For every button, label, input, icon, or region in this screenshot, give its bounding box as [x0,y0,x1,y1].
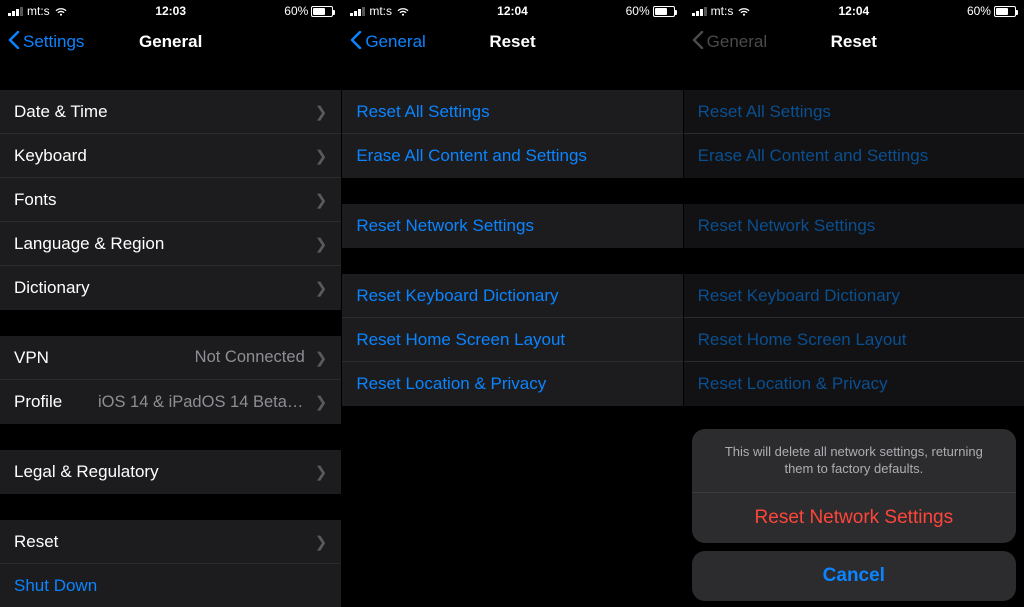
sheet-destructive-button[interactable]: Reset Network Settings [692,493,1016,543]
chevron-left-icon [692,31,704,54]
group-reset-network: Reset Network Settings [342,204,682,248]
cell-keyboard[interactable]: Keyboard ❯ [0,134,341,178]
chevron-left-icon [350,31,362,54]
signal-bars-icon [350,6,365,16]
reset-keyboard-dictionary[interactable]: Reset Keyboard Dictionary [684,274,1024,318]
nav-title: Reset [489,32,535,52]
chevron-right-icon: ❯ [315,393,328,411]
group-reset-main: Reset All Settings Erase All Content and… [342,90,682,178]
reset-home-screen-layout[interactable]: Reset Home Screen Layout [342,318,682,362]
action-sheet: This will delete all network settings, r… [684,429,1024,601]
pane-reset: mt:s 12:04 60% General Reset [341,0,682,607]
status-bar: mt:s 12:04 60% [342,0,682,20]
reset-all-settings[interactable]: Reset All Settings [684,90,1024,134]
reset-network-settings[interactable]: Reset Network Settings [342,204,682,248]
back-button[interactable]: General [692,31,767,54]
status-bar: mt:s 12:04 60% [684,0,1024,20]
chevron-right-icon: ❯ [315,103,328,121]
reset-keyboard-dictionary[interactable]: Reset Keyboard Dictionary [342,274,682,318]
signal-bars-icon [692,6,707,16]
group-network-profile: VPN Not Connected ❯ Profile iOS 14 & iPa… [0,336,341,424]
battery-icon [994,6,1016,17]
back-button[interactable]: Settings [8,31,84,54]
group-legal: Legal & Regulatory ❯ [0,450,341,494]
nav-bar: Settings General [0,20,341,64]
chevron-right-icon: ❯ [315,463,328,481]
chevron-right-icon: ❯ [315,279,328,297]
chevron-right-icon: ❯ [315,147,328,165]
nav-bar: General Reset [342,20,682,64]
reset-location-privacy[interactable]: Reset Location & Privacy [342,362,682,406]
group-system-prefs: Date & Time ❯ Keyboard ❯ Fonts ❯ Languag… [0,90,341,310]
group-reset-other: Reset Keyboard Dictionary Reset Home Scr… [342,274,682,406]
cell-vpn[interactable]: VPN Not Connected ❯ [0,336,341,380]
profile-detail: iOS 14 & iPadOS 14 Beta Softwar... [98,393,305,412]
battery-icon [311,6,333,17]
battery-pct: 60% [967,4,991,18]
sheet-cancel-button[interactable]: Cancel [692,551,1016,601]
group-reset-network: Reset Network Settings [684,204,1024,248]
cell-date-time[interactable]: Date & Time ❯ [0,90,341,134]
erase-all-content[interactable]: Erase All Content and Settings [342,134,682,178]
back-button[interactable]: General [350,31,425,54]
status-bar: mt:s 12:03 60% [0,0,341,20]
erase-all-content[interactable]: Erase All Content and Settings [684,134,1024,178]
chevron-left-icon [8,31,20,54]
carrier-label: mt:s [27,4,50,18]
chevron-right-icon: ❯ [315,533,328,551]
battery-pct: 60% [626,4,650,18]
pane-reset-confirm: mt:s 12:04 60% General Reset [683,0,1024,607]
battery-icon [653,6,675,17]
reset-all-settings[interactable]: Reset All Settings [342,90,682,134]
group-reset-shutdown: Reset ❯ Shut Down [0,520,341,607]
back-label: Settings [23,32,84,52]
cell-fonts[interactable]: Fonts ❯ [0,178,341,222]
carrier-label: mt:s [369,4,392,18]
carrier-label: mt:s [711,4,734,18]
back-label: General [365,32,425,52]
group-reset-other: Reset Keyboard Dictionary Reset Home Scr… [684,274,1024,406]
cell-reset[interactable]: Reset ❯ [0,520,341,564]
back-label: General [707,32,767,52]
wifi-icon [396,6,410,16]
sheet-message: This will delete all network settings, r… [692,429,1016,493]
nav-title: General [139,32,202,52]
reset-home-screen-layout[interactable]: Reset Home Screen Layout [684,318,1024,362]
chevron-right-icon: ❯ [315,235,328,253]
chevron-right-icon: ❯ [315,349,328,367]
cell-shut-down[interactable]: Shut Down [0,564,341,607]
vpn-status: Not Connected [195,348,305,367]
wifi-icon [54,6,68,16]
reset-location-privacy[interactable]: Reset Location & Privacy [684,362,1024,406]
group-reset-main: Reset All Settings Erase All Content and… [684,90,1024,178]
nav-title: Reset [831,32,877,52]
pane-general: mt:s 12:03 60% Settings General [0,0,341,607]
cell-legal[interactable]: Legal & Regulatory ❯ [0,450,341,494]
cell-language-region[interactable]: Language & Region ❯ [0,222,341,266]
chevron-right-icon: ❯ [315,191,328,209]
cell-dictionary[interactable]: Dictionary ❯ [0,266,341,310]
cell-profile[interactable]: Profile iOS 14 & iPadOS 14 Beta Softwar.… [0,380,341,424]
signal-bars-icon [8,6,23,16]
wifi-icon [737,6,751,16]
reset-network-settings[interactable]: Reset Network Settings [684,204,1024,248]
nav-bar: General Reset [684,20,1024,64]
battery-pct: 60% [284,4,308,18]
